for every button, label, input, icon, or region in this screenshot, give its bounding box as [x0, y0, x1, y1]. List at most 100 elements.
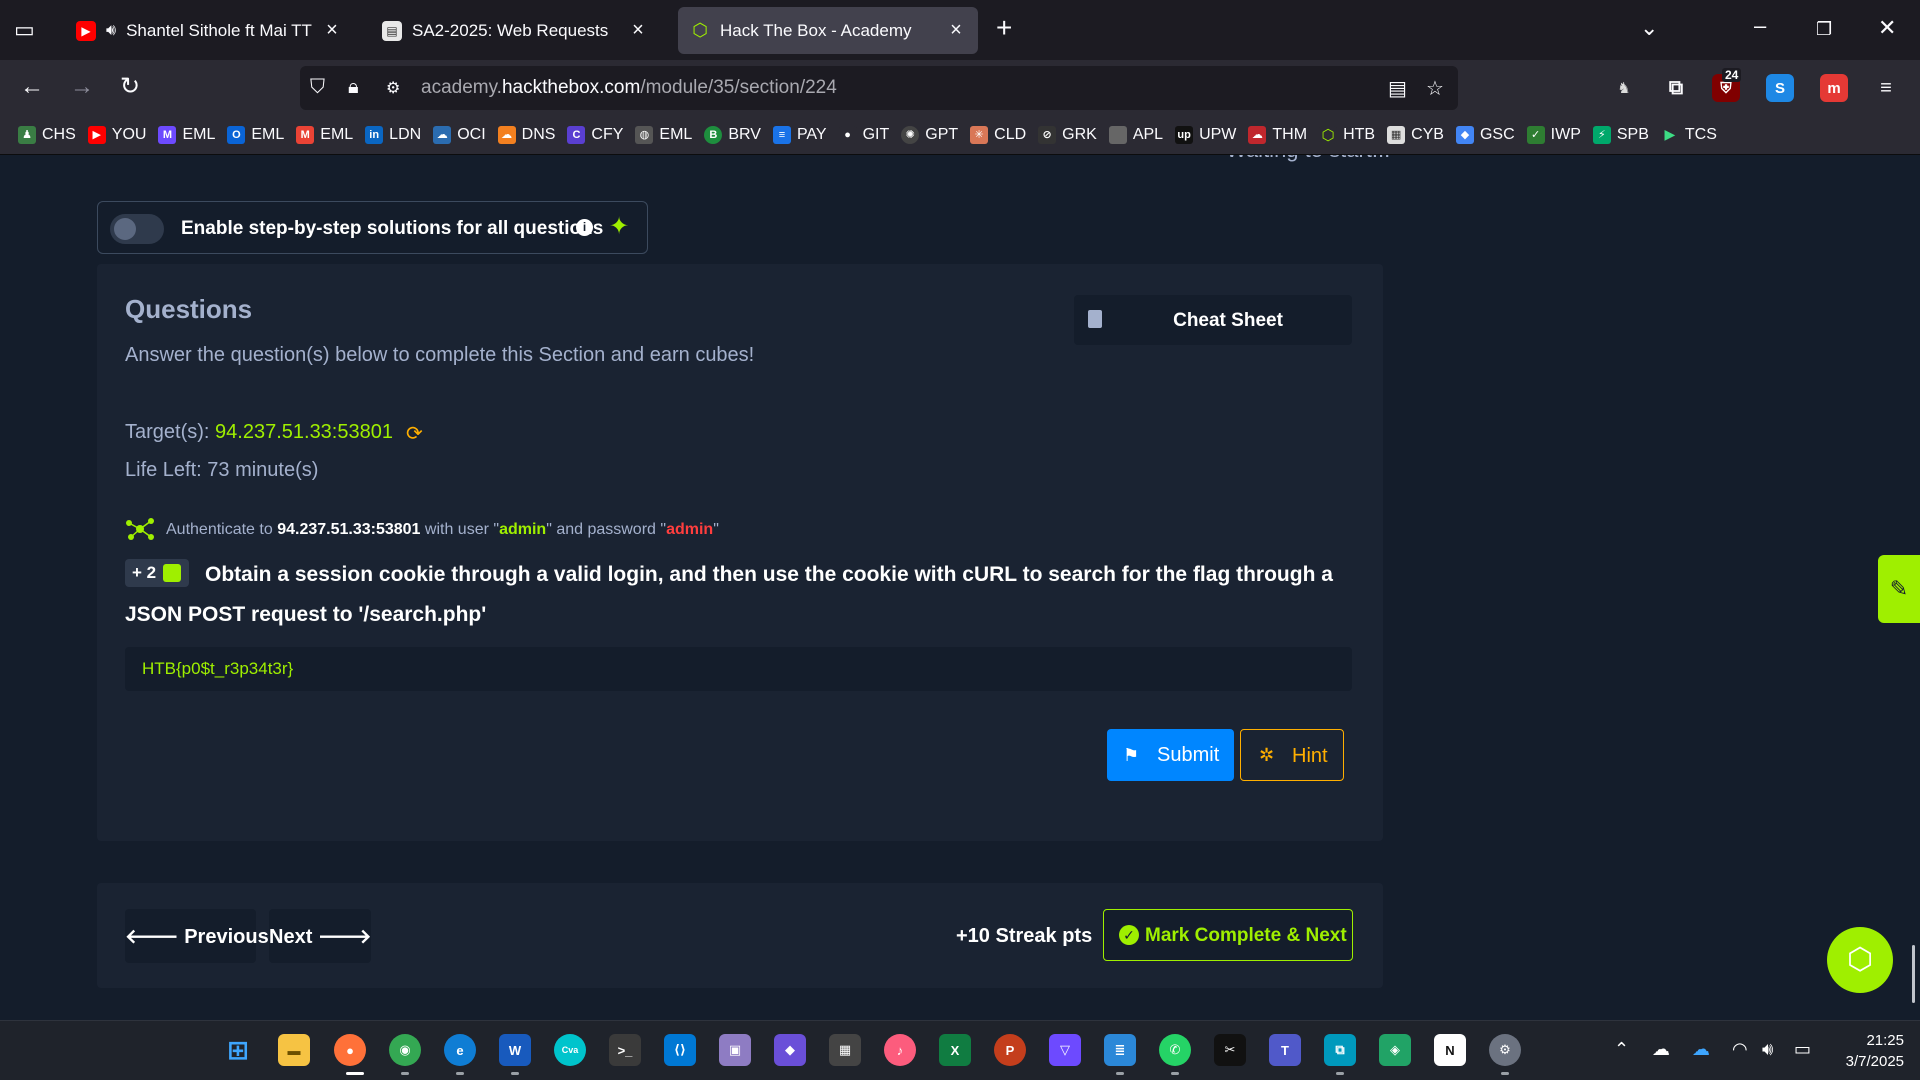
list-tabs-chevron-icon[interactable]: ⌄ [1640, 16, 1658, 40]
powerpoint-icon[interactable]: P [994, 1034, 1026, 1066]
cheat-sheet-button[interactable]: Cheat Sheet [1074, 295, 1352, 345]
close-icon[interactable]: × [322, 19, 342, 42]
pencil-icon[interactable]: ✎ [1878, 555, 1920, 623]
info-icon[interactable]: i [576, 219, 593, 236]
bookmark-ldn[interactable]: in LDN [365, 125, 421, 144]
bookmark-htb[interactable]: ⬡ HTB [1319, 125, 1375, 144]
capcut-icon[interactable]: ✂ [1214, 1034, 1246, 1066]
bookmark-eml-gmail[interactable]: M EML [296, 125, 353, 144]
tab-web-requests[interactable]: ▤ SA2-2025: Web Requests × [370, 7, 660, 54]
cloud-icon: ☁ [433, 125, 452, 144]
windows-start-icon[interactable]: ⊞ [222, 1034, 254, 1066]
vscode-icon[interactable]: ⟨⟩ [664, 1034, 696, 1066]
canva-icon[interactable]: Cva [554, 1034, 586, 1066]
bookmark-apl[interactable]: APL [1108, 125, 1163, 144]
app-crystal-icon[interactable]: ◆ [774, 1034, 806, 1066]
url-bar[interactable]: ⛉ 🔒︎ ⚙ academy.hackthebox.com/module/35/… [300, 66, 1458, 110]
bookmark-upw[interactable]: up UPW [1175, 125, 1236, 144]
menu-icon[interactable]: ≡ [1872, 74, 1900, 102]
bookmark-eml-globe[interactable]: ◍ EML [635, 125, 692, 144]
bookmark-iwp[interactable]: ✓ IWP [1526, 125, 1581, 144]
app-purple-icon[interactable]: ▣ [719, 1034, 751, 1066]
close-icon[interactable]: × [946, 19, 966, 42]
bookmark-grk[interactable]: ⊘ GRK [1038, 125, 1097, 144]
bookmark-you[interactable]: ▶ YOU [87, 125, 146, 144]
previous-button[interactable]: 🡐 Previous [125, 909, 269, 963]
speaker-icon[interactable]: 🔊︎ [106, 22, 116, 40]
snipping-tool-icon[interactable]: ⧉ [1324, 1034, 1356, 1066]
refresh-icon[interactable]: ⟳ [406, 421, 423, 446]
bookmark-thm[interactable]: ☁ THM [1248, 125, 1307, 144]
htb-cube-fab-icon[interactable]: ⬡ [1827, 927, 1893, 993]
step-by-step-toggle[interactable] [110, 214, 164, 244]
bookmark-eml-proton[interactable]: M EML [158, 125, 215, 144]
s-extension-icon[interactable]: S [1766, 74, 1794, 102]
word-icon[interactable]: W [499, 1034, 531, 1066]
minimize-icon[interactable]: – [1754, 14, 1766, 38]
bookmark-pay[interactable]: ≡ PAY [772, 125, 827, 144]
hint-button[interactable]: ✲ Hint [1240, 729, 1344, 781]
onedrive-icon[interactable]: ☁ [1692, 1039, 1710, 1060]
microsoft-store-icon[interactable]: ▦ [829, 1034, 861, 1066]
tab-youtube[interactable]: ▶ 🔊︎ Shantel Sithole ft Mai TT - K × [64, 7, 354, 54]
bookmark-dns[interactable]: ☁ DNS [497, 125, 555, 144]
battery-icon[interactable]: ▭ [1794, 1039, 1811, 1060]
teams-icon[interactable]: T [1269, 1034, 1301, 1066]
tab-overview-icon[interactable]: ▭ [14, 18, 35, 42]
bookmark-cfy[interactable]: C CFY [567, 125, 623, 144]
notion-icon[interactable]: N [1434, 1034, 1466, 1066]
bookmark-gsc[interactable]: ◆ GSC [1455, 125, 1515, 144]
chrome-icon[interactable]: ◉ [389, 1034, 421, 1066]
lock-icon[interactable]: 🔒︎ [348, 76, 359, 99]
bookmark-eml-outlook[interactable]: O EML [227, 125, 284, 144]
back-icon[interactable]: ← [20, 74, 44, 100]
terminal-icon[interactable]: >_ [609, 1034, 641, 1066]
bookmark-oci[interactable]: ☁ OCI [433, 125, 486, 144]
notepad-icon[interactable]: ≣ [1104, 1034, 1136, 1066]
close-icon[interactable]: × [628, 19, 648, 42]
bookmark-chs[interactable]: ♟ CHS [18, 125, 76, 144]
bookmark-star-icon[interactable]: ☆ [1426, 76, 1444, 101]
edge-icon[interactable]: e [444, 1034, 476, 1066]
submit-button[interactable]: ⚑ Submit [1107, 729, 1234, 781]
volume-icon[interactable]: 🔊︎ [1762, 1039, 1773, 1060]
bookmark-cyb[interactable]: ▦ CYB [1387, 125, 1444, 144]
reload-icon[interactable]: ↻ [120, 74, 140, 100]
reader-view-icon[interactable]: ▤ [1388, 76, 1407, 101]
excel-icon[interactable]: X [939, 1034, 971, 1066]
restore-icon[interactable]: ❐ [1816, 17, 1832, 41]
app-green-icon[interactable]: ◈ [1379, 1034, 1411, 1066]
chevron-up-icon[interactable]: ⌃ [1614, 1039, 1629, 1060]
tab-hack-the-box[interactable]: ⬡ Hack The Box - Academy × [678, 7, 978, 54]
settings-icon[interactable]: ⚙ [1489, 1034, 1521, 1066]
snipping-running-indicator [1336, 1072, 1344, 1075]
answer-input[interactable] [125, 647, 1352, 691]
shield-icon[interactable]: ⛉ [310, 76, 325, 99]
wifi-icon[interactable]: ◠ [1732, 1039, 1748, 1060]
bookmark-brv[interactable]: B BRV [704, 125, 761, 144]
file-explorer-icon[interactable]: ▬ [278, 1034, 310, 1066]
scrollbar-thumb[interactable] [1912, 945, 1915, 1003]
close-window-icon[interactable]: ✕ [1878, 16, 1896, 40]
extensions-puzzle-icon[interactable]: ⧉ [1662, 74, 1690, 102]
next-button[interactable]: Next 🡒 [269, 909, 372, 963]
bookmark-cld[interactable]: ✳ CLD [970, 125, 1026, 144]
extension-icon-1[interactable]: ♞ [1610, 74, 1638, 102]
onedrive-info-icon[interactable]: ☁ [1652, 1039, 1670, 1060]
mark-complete-button[interactable]: ✓ Mark Complete & Next [1103, 909, 1353, 961]
bookmark-spb[interactable]: ⚡ SPB [1592, 125, 1649, 144]
bookmark-gpt[interactable]: ✺ GPT [901, 125, 958, 144]
whatsapp-icon[interactable]: ✆ [1159, 1034, 1191, 1066]
red-extension-icon[interactable]: m [1820, 74, 1848, 102]
firefox-icon[interactable]: ● [334, 1034, 366, 1066]
target-ip[interactable]: 94.237.51.33:53801 [215, 421, 393, 443]
new-tab-icon[interactable]: + [996, 14, 1012, 42]
permissions-icon[interactable]: ⚙ [386, 78, 400, 98]
system-clock[interactable]: 21:25 3/7/2025 [1818, 1030, 1904, 1072]
bookmark-git[interactable]: ● GIT [838, 125, 889, 144]
bookmark-tcs[interactable]: ▶ TCS [1660, 125, 1717, 144]
proton-vpn-icon[interactable]: ▽ [1049, 1034, 1081, 1066]
itunes-icon[interactable]: ♪ [884, 1034, 916, 1066]
url-text[interactable]: academy.hackthebox.com/module/35/section… [421, 77, 837, 99]
forward-icon[interactable]: → [70, 74, 94, 100]
